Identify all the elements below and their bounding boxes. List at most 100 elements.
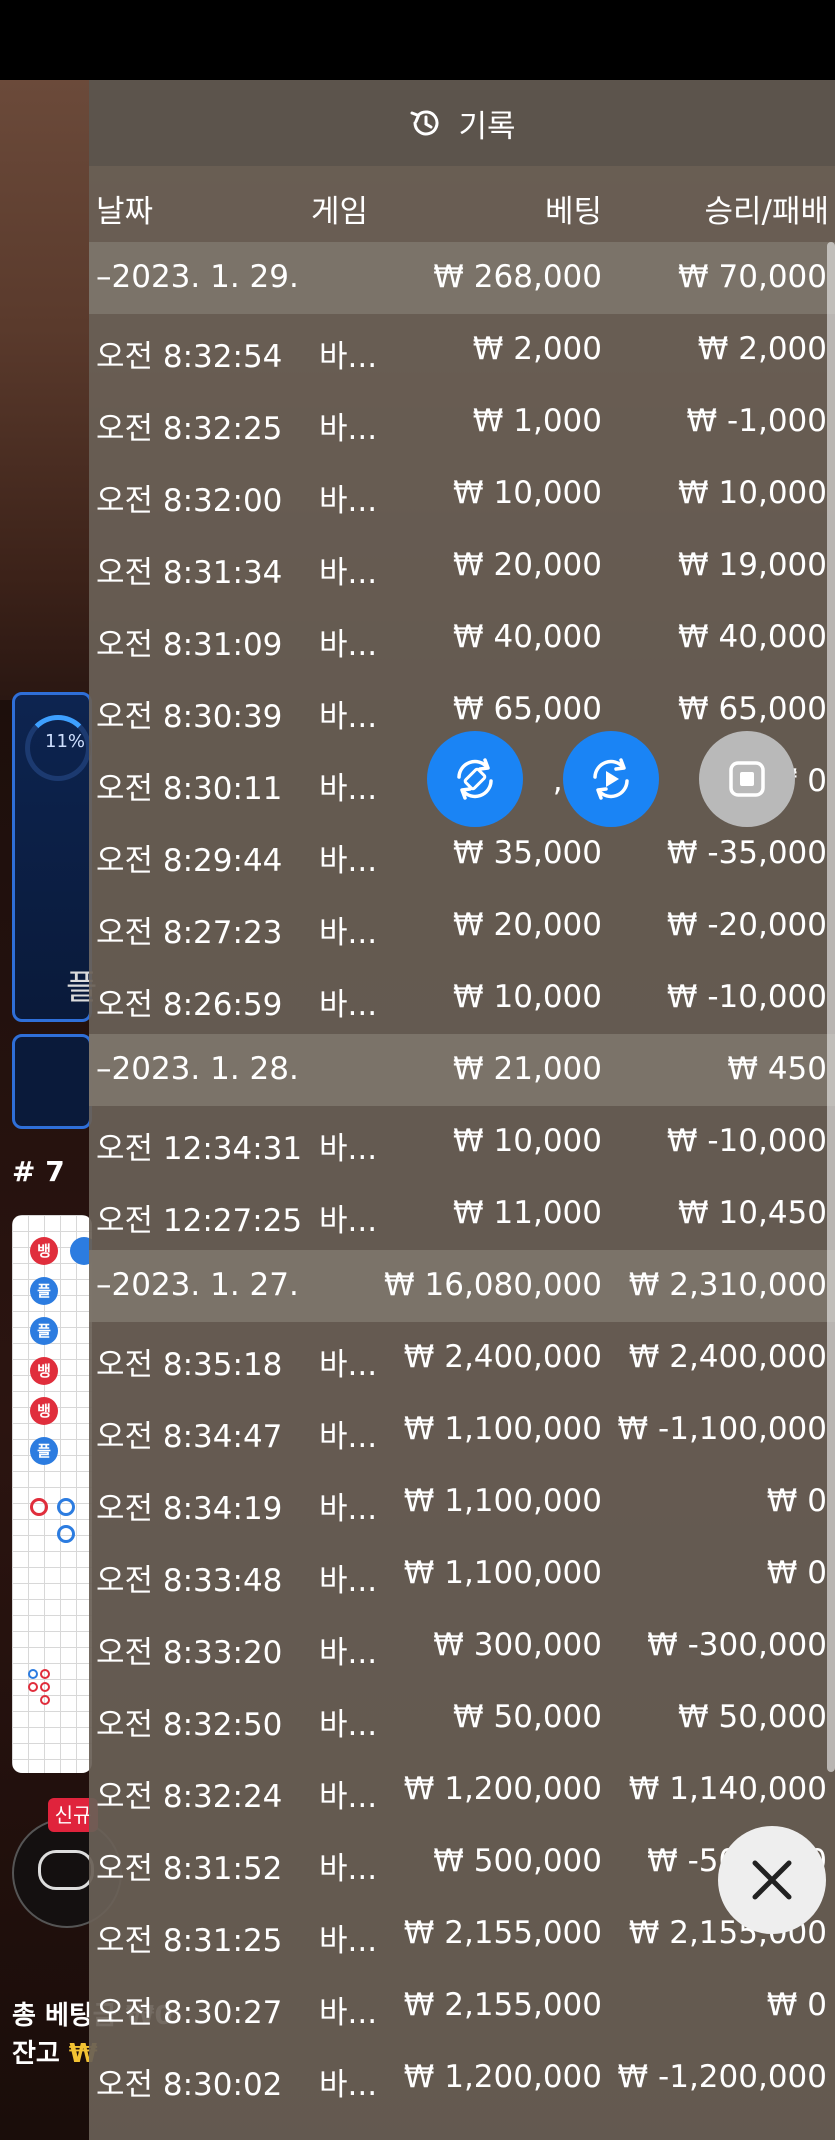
result-cell: ₩ -10,000 <box>666 1123 827 1159</box>
history-icon <box>410 110 439 136</box>
road-mark: 뱅 <box>30 1397 58 1425</box>
result-total: ₩ 450 <box>727 1051 827 1087</box>
history-row[interactable]: 오전 8:33:20 바... ₩ 300,000 ₩ -300,000 <box>89 1610 835 1682</box>
result-cell: ₩ 50,000 <box>678 1699 827 1735</box>
game-cell: 바... <box>319 1491 378 1527</box>
game-cell: 바... <box>319 1851 378 1887</box>
time-cell: 오전 8:30:11 <box>96 771 283 807</box>
game-cell: 바... <box>319 915 378 951</box>
time-cell: 오전 8:33:20 <box>96 1635 283 1671</box>
date-group-row[interactable]: –2023. 1. 29. ₩ 268,000 ₩ 70,000 <box>89 242 835 314</box>
scrollbar[interactable] <box>827 242 835 1772</box>
bet-cell: ₩ 1,000 <box>472 403 602 439</box>
time-cell: 오전 8:34:47 <box>96 1419 283 1455</box>
history-row[interactable]: 오전 8:30:27 바... ₩ 2,155,000 ₩ 0 <box>89 1970 835 2042</box>
replay-button[interactable] <box>563 731 659 827</box>
history-row[interactable]: 오전 8:34:47 바... ₩ 1,100,000 ₩ -1,100,000 <box>89 1394 835 1466</box>
history-row[interactable]: 오전 12:34:31 바... ₩ 10,000 ₩ -10,000 <box>89 1106 835 1178</box>
round-number: # 7 <box>12 1155 65 1188</box>
bet-cell: ₩ 1,100,000 <box>403 1411 602 1447</box>
history-row[interactable]: 오전 12:27:25 바... ₩ 11,000 ₩ 10,450 <box>89 1178 835 1250</box>
bet-cell: ₩ 35,000 <box>453 835 602 871</box>
history-row[interactable]: 오전 8:31:34 바... ₩ 20,000 ₩ 19,000 <box>89 530 835 602</box>
result-total: ₩ 70,000 <box>678 259 827 295</box>
game-cell: 바... <box>319 699 378 735</box>
game-cell: 바... <box>319 987 378 1023</box>
rotate-screen-button[interactable] <box>427 731 523 827</box>
bet-cell: ₩ 1,200,000 <box>403 2059 602 2095</box>
time-cell: 오전 8:30:39 <box>96 699 283 735</box>
col-date: 날짜 <box>96 194 154 230</box>
big-road-mark <box>57 1498 75 1516</box>
time-cell: 오전 8:32:00 <box>96 483 283 519</box>
time-cell: 오전 8:32:50 <box>96 1707 283 1743</box>
bet-total: ₩ 268,000 <box>433 259 602 295</box>
history-row[interactable]: 오전 8:31:09 바... ₩ 40,000 ₩ 40,000 <box>89 602 835 674</box>
stop-recording-icon <box>729 761 765 797</box>
time-cell: 오전 8:32:25 <box>96 411 283 447</box>
bet-cell: ₩ 1,100,000 <box>403 1555 602 1591</box>
game-cell: 바... <box>319 1995 378 2031</box>
date-label: –2023. 1. 27. <box>96 1267 299 1303</box>
history-row[interactable]: 오전 8:26:59 바... ₩ 10,000 ₩ -10,000 <box>89 962 835 1034</box>
bet-total: ₩ 16,080,000 <box>384 1267 602 1303</box>
result-total: ₩ 2,310,000 <box>628 1267 827 1303</box>
history-row[interactable]: 오전 8:30:02 바... ₩ 1,200,000 ₩ -1,200,000 <box>89 2042 835 2114</box>
history-row[interactable]: 오전 8:32:25 바... ₩ 1,000 ₩ -1,000 <box>89 386 835 458</box>
history-list[interactable]: –2023. 1. 29. ₩ 268,000 ₩ 70,000 오전 8:32:54… <box>89 242 835 2114</box>
bet-cell: ₩ 1,100,000 <box>403 1483 602 1519</box>
small-road-mark <box>40 1695 50 1705</box>
history-row[interactable]: 오전 8:32:54 바... ₩ 2,000 ₩ 2,000 <box>89 314 835 386</box>
result-cell: ₩ 19,000 <box>678 547 827 583</box>
time-cell: 오전 8:31:09 <box>96 627 283 663</box>
history-row[interactable]: 오전 8:27:23 바... ₩ 20,000 ₩ -20,000 <box>89 890 835 962</box>
history-row[interactable]: 오전 8:32:00 바... ₩ 10,000 ₩ 10,000 <box>89 458 835 530</box>
history-row[interactable]: 오전 8:32:24 바... ₩ 1,200,000 ₩ 1,140,000 <box>89 1754 835 1826</box>
date-label: –2023. 1. 29. <box>96 259 299 295</box>
bet-cell: ₩ 10,000 <box>453 1123 602 1159</box>
history-panel: 기록 날짜 게임 베팅 승리/패배 –2023. 1. 29. ₩ 268,000… <box>89 80 835 2140</box>
time-cell: 오전 8:31:25 <box>96 1923 283 1959</box>
date-group-row[interactable]: –2023. 1. 28. ₩ 21,000 ₩ 450 <box>89 1034 835 1106</box>
time-cell: 오전 8:26:59 <box>96 987 283 1023</box>
bet-cell: ₩ 10,000 <box>453 979 602 1015</box>
bet-cell: ₩ 20,000 <box>453 907 602 943</box>
col-bet: 베팅 <box>544 194 602 230</box>
road-mark: 뱅 <box>30 1357 58 1385</box>
game-cell: 바... <box>319 411 378 447</box>
result-cell: ₩ -35,000 <box>666 835 827 871</box>
result-cell: ₩ 0 <box>766 1555 827 1591</box>
side-bet-panel[interactable] <box>12 1034 92 1129</box>
bet-cell: ₩ 10,000 <box>453 475 602 511</box>
balance-label-text: 잔고 <box>12 2039 69 2069</box>
result-cell: ₩ -10,000 <box>666 979 827 1015</box>
small-road-mark <box>40 1682 50 1692</box>
date-group-row[interactable]: –2023. 1. 27. ₩ 16,080,000 ₩ 2,310,000 <box>89 1250 835 1322</box>
result-cell: ₩ 1,140,000 <box>628 1771 827 1807</box>
history-row[interactable]: 오전 8:33:48 바... ₩ 1,100,000 ₩ 0 <box>89 1538 835 1610</box>
history-row[interactable]: 오전 8:34:19 바... ₩ 1,100,000 ₩ 0 <box>89 1466 835 1538</box>
result-cell: ₩ 40,000 <box>678 619 827 655</box>
history-row[interactable]: 오전 8:29:44 바... ₩ 35,000 ₩ -35,000 <box>89 818 835 890</box>
time-cell: 오전 8:29:44 <box>96 843 283 879</box>
replay-icon <box>593 758 629 800</box>
bet-cell: ₩ 11,000 <box>453 1195 602 1231</box>
history-row[interactable]: 오전 8:35:18 바... ₩ 2,400,000 ₩ 2,400,000 <box>89 1322 835 1394</box>
time-cell: 오전 8:27:23 <box>96 915 283 951</box>
big-road-mark <box>30 1498 48 1516</box>
stop-recording-button[interactable] <box>699 731 795 827</box>
close-icon <box>752 1860 792 1900</box>
close-button[interactable] <box>718 1826 826 1934</box>
time-cell: 오전 12:27:25 <box>96 1203 303 1239</box>
history-row[interactable]: 오전 8:31:25 바... ₩ 2,155,000 ₩ 2,155,000 <box>89 1898 835 1970</box>
time-cell: 오전 8:31:34 <box>96 555 283 591</box>
road-mark: 플 <box>30 1317 58 1345</box>
bet-total: ₩ 21,000 <box>453 1051 602 1087</box>
small-road-mark <box>28 1669 38 1679</box>
history-row[interactable]: 오전 8:32:50 바... ₩ 50,000 ₩ 50,000 <box>89 1682 835 1754</box>
time-cell: 오전 8:34:19 <box>96 1491 283 1527</box>
chip-icon <box>38 1850 94 1890</box>
bet-cell: ₩ 40,000 <box>453 619 602 655</box>
time-cell: 오전 8:30:27 <box>96 1995 283 2031</box>
game-cell: 바... <box>319 1203 378 1239</box>
